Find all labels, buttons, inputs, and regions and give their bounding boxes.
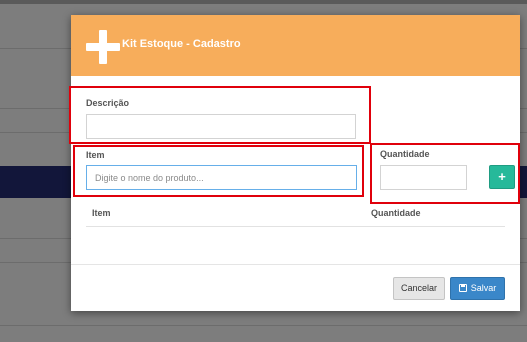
kit-estoque-modal: Kit Estoque - Cadastro Descrição Item Qu… — [71, 15, 520, 311]
item-label: Item — [86, 150, 105, 160]
floppy-disk-icon — [458, 284, 467, 292]
save-button-label: Salvar — [470, 283, 497, 293]
cancel-button-label: Cancelar — [400, 283, 438, 293]
cancel-button[interactable]: Cancelar — [393, 277, 445, 300]
background-divider — [0, 325, 527, 326]
background-topbar — [0, 0, 527, 4]
modal-title: Kit Estoque - Cadastro — [122, 38, 241, 50]
descricao-label: Descrição — [86, 98, 130, 108]
save-button[interactable]: Salvar — [450, 277, 505, 300]
quantidade-label: Quantidade — [380, 149, 430, 159]
table-header-quantidade: Quantidade — [371, 208, 421, 218]
plus-icon — [86, 30, 120, 64]
modal-footer-divider — [71, 264, 520, 265]
plus-icon: + — [498, 169, 506, 184]
add-item-button[interactable]: + — [489, 165, 515, 189]
table-divider — [86, 226, 505, 227]
table-header-item: Item — [92, 208, 111, 218]
modal-header: Kit Estoque - Cadastro — [71, 15, 520, 76]
quantidade-input[interactable] — [380, 165, 467, 190]
descricao-input[interactable] — [86, 114, 356, 139]
item-search-input[interactable] — [86, 165, 357, 190]
